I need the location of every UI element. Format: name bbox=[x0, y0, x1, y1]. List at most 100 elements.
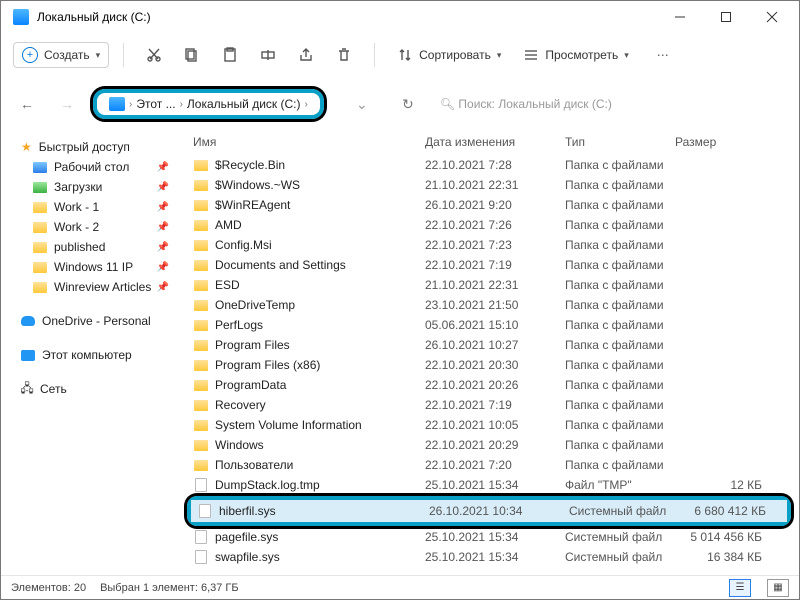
folder-icon bbox=[33, 182, 47, 193]
pin-icon: 📌 bbox=[157, 222, 169, 233]
file-date: 26.10.2021 10:34 bbox=[429, 504, 569, 518]
sidebar-item-label: Загрузки bbox=[54, 180, 102, 194]
more-button[interactable]: ⋯ bbox=[647, 39, 679, 71]
sidebar-item[interactable]: Winreview Articles📌 bbox=[5, 277, 177, 297]
search-input[interactable]: 🔍︎ Поиск: Локальный диск (C:) bbox=[440, 97, 612, 111]
table-row[interactable]: Recovery22.10.2021 7:19Папка с файлами bbox=[191, 395, 799, 415]
file-type: Папка с файлами bbox=[565, 378, 675, 392]
table-row[interactable]: ESD21.10.2021 22:31Папка с файлами bbox=[191, 275, 799, 295]
dropdown-button[interactable]: ⌄ bbox=[348, 90, 376, 118]
breadcrumb-root[interactable]: Этот ... bbox=[136, 97, 175, 111]
maximize-button[interactable] bbox=[703, 1, 749, 33]
rename-button[interactable] bbox=[252, 39, 284, 71]
sidebar-onedrive[interactable]: OneDrive - Personal bbox=[5, 311, 177, 331]
folder-icon bbox=[194, 160, 208, 171]
file-name: $WinREAgent bbox=[215, 198, 425, 212]
table-row[interactable]: PerfLogs05.06.2021 15:10Папка с файлами bbox=[191, 315, 799, 335]
file-name: DumpStack.log.tmp bbox=[215, 478, 425, 492]
status-count: Элементов: 20 bbox=[11, 582, 86, 594]
view-button[interactable]: Просмотреть ▾ bbox=[515, 43, 636, 67]
file-type: Папка с файлами bbox=[565, 258, 675, 272]
sort-button[interactable]: Сортировать ▾ bbox=[389, 43, 509, 67]
sidebar-item[interactable]: published📌 bbox=[5, 237, 177, 257]
address-bar-highlight: › Этот ... › Локальный диск (C:) › bbox=[93, 89, 324, 119]
forward-button[interactable]: → bbox=[53, 90, 81, 118]
file-date: 22.10.2021 7:23 bbox=[425, 238, 565, 252]
sidebar-quick-access[interactable]: ★Быстрый доступ bbox=[5, 137, 177, 157]
table-row[interactable]: pagefile.sys25.10.2021 15:34Системный фа… bbox=[191, 527, 799, 547]
table-row[interactable]: AMD22.10.2021 7:26Папка с файлами bbox=[191, 215, 799, 235]
file-date: 25.10.2021 15:34 bbox=[425, 550, 565, 564]
table-row[interactable]: $Recycle.Bin22.10.2021 7:28Папка с файла… bbox=[191, 155, 799, 175]
file-list[interactable]: $Recycle.Bin22.10.2021 7:28Папка с файла… bbox=[181, 155, 799, 575]
file-name: Program Files bbox=[215, 338, 425, 352]
folder-icon bbox=[194, 420, 208, 431]
pin-icon: 📌 bbox=[157, 202, 169, 213]
table-row[interactable]: $Windows.~WS21.10.2021 22:31Папка с файл… bbox=[191, 175, 799, 195]
file-date: 22.10.2021 7:26 bbox=[425, 218, 565, 232]
details-view-button[interactable]: ☰ bbox=[729, 579, 751, 597]
table-row[interactable]: $WinREAgent26.10.2021 9:20Папка с файлам… bbox=[191, 195, 799, 215]
table-row[interactable]: Program Files (x86)22.10.2021 20:30Папка… bbox=[191, 355, 799, 375]
table-row[interactable]: DumpStack.log.tmp25.10.2021 15:34Файл "T… bbox=[191, 475, 799, 495]
file-type: Файл "TMP" bbox=[565, 478, 675, 492]
address-bar[interactable]: › Этот ... › Локальный диск (C:) › bbox=[99, 95, 318, 113]
icons-view-button[interactable]: ▦ bbox=[767, 579, 789, 597]
table-row[interactable]: Config.Msi22.10.2021 7:23Папка с файлами bbox=[191, 235, 799, 255]
view-label: Просмотреть bbox=[545, 48, 618, 62]
sidebar-item[interactable]: Work - 1 📌 bbox=[5, 197, 177, 217]
sidebar-item-label: published bbox=[54, 240, 105, 254]
file-date: 22.10.2021 7:19 bbox=[425, 398, 565, 412]
table-row[interactable]: hiberfil.sys26.10.2021 10:34Системный фа… bbox=[191, 500, 787, 522]
col-date[interactable]: Дата изменения bbox=[425, 135, 565, 149]
file-date: 22.10.2021 20:29 bbox=[425, 438, 565, 452]
copy-button[interactable] bbox=[176, 39, 208, 71]
refresh-button[interactable]: ↻ bbox=[394, 90, 422, 118]
minimize-button[interactable] bbox=[657, 1, 703, 33]
delete-button[interactable] bbox=[328, 39, 360, 71]
file-date: 22.10.2021 7:20 bbox=[425, 458, 565, 472]
table-row[interactable]: Windows22.10.2021 20:29Папка с файлами bbox=[191, 435, 799, 455]
sidebar-item[interactable]: Рабочий стол📌 bbox=[5, 157, 177, 177]
sidebar-item[interactable]: Windows 11 IP📌 bbox=[5, 257, 177, 277]
sidebar-this-pc[interactable]: Этот компьютер bbox=[5, 345, 177, 365]
file-size: 5 014 456 КБ bbox=[675, 530, 770, 544]
table-row[interactable]: System Volume Information22.10.2021 10:0… bbox=[191, 415, 799, 435]
table-row[interactable]: Пользователи22.10.2021 7:20Папка с файла… bbox=[191, 455, 799, 475]
file-type: Папка с файлами bbox=[565, 438, 675, 452]
sidebar-item-label: Work - 1 bbox=[54, 200, 99, 214]
cut-button[interactable] bbox=[138, 39, 170, 71]
breadcrumb-disk[interactable]: Локальный диск (C:) bbox=[187, 97, 301, 111]
sidebar-item-label: Рабочий стол bbox=[54, 160, 129, 174]
drive-icon bbox=[13, 9, 29, 25]
sort-label: Сортировать bbox=[419, 48, 491, 62]
file-size: 16 384 КБ bbox=[675, 550, 770, 564]
chevron-right-icon: › bbox=[304, 99, 307, 110]
table-row[interactable]: Documents and Settings22.10.2021 7:19Пап… bbox=[191, 255, 799, 275]
share-button[interactable] bbox=[290, 39, 322, 71]
col-size[interactable]: Размер bbox=[675, 135, 755, 149]
file-name: Program Files (x86) bbox=[215, 358, 425, 372]
paste-button[interactable] bbox=[214, 39, 246, 71]
col-type[interactable]: Тип bbox=[565, 135, 675, 149]
table-row[interactable]: ProgramData22.10.2021 20:26Папка с файла… bbox=[191, 375, 799, 395]
table-row[interactable]: swapfile.sys25.10.2021 15:34Системный фа… bbox=[191, 547, 799, 567]
table-row[interactable]: OneDriveTemp23.10.2021 21:50Папка с файл… bbox=[191, 295, 799, 315]
plus-icon: + bbox=[22, 47, 38, 63]
table-row[interactable]: Program Files26.10.2021 10:27Папка с фай… bbox=[191, 335, 799, 355]
file-name: swapfile.sys bbox=[215, 550, 425, 564]
sidebar-item[interactable]: Загрузки📌 bbox=[5, 177, 177, 197]
back-button[interactable]: ← bbox=[13, 90, 41, 118]
col-name[interactable]: Имя bbox=[193, 135, 425, 149]
sidebar-item[interactable]: Work - 2📌 bbox=[5, 217, 177, 237]
nav-row: ← → ↑ › Этот ... › Локальный диск (C:) ›… bbox=[1, 77, 799, 131]
star-icon: ★ bbox=[21, 140, 32, 154]
sidebar-network[interactable]: 🖧Сеть bbox=[5, 379, 177, 399]
close-button[interactable] bbox=[749, 1, 795, 33]
file-name: ProgramData bbox=[215, 378, 425, 392]
view-icon bbox=[523, 47, 539, 63]
file-size: 12 КБ bbox=[675, 478, 770, 492]
titlebar: Локальный диск (C:) bbox=[1, 1, 799, 33]
create-button[interactable]: + Создать ▾ bbox=[13, 42, 109, 68]
file-type: Системный файл bbox=[565, 550, 675, 564]
